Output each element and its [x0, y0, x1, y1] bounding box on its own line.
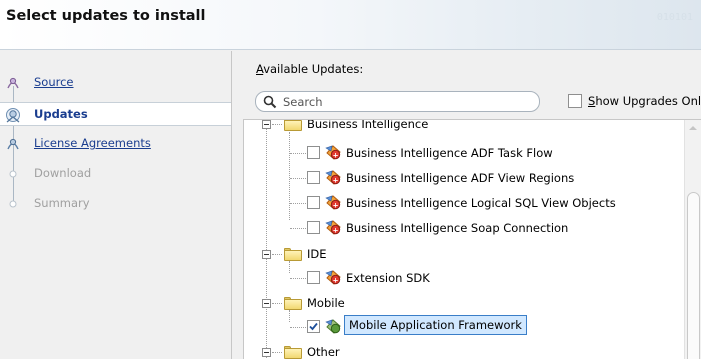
- train-step-updates[interactable]: Updates: [0, 102, 231, 126]
- tree-item[interactable]: + Business Intelligence ADF Task Flow: [244, 143, 684, 165]
- show-upgrades-only-checkbox[interactable]: [568, 94, 582, 108]
- tree-connector: [272, 124, 282, 125]
- svg-text:+: +: [333, 151, 339, 159]
- tree-connector: [290, 278, 306, 279]
- tree-item-label: Business Intelligence Soap Connection: [346, 221, 569, 235]
- train-step-download: Download: [0, 162, 231, 186]
- search-icon: [263, 95, 277, 109]
- tree-group-label: IDE: [307, 247, 327, 261]
- train-step-label: Summary: [34, 196, 90, 210]
- tree-group-label: Other: [307, 345, 340, 359]
- train-step-label: Download: [34, 166, 92, 180]
- update-package-icon: +: [325, 170, 341, 185]
- show-upgrades-only-label: Show Upgrades Only: [588, 94, 701, 108]
- tree-item[interactable]: + Extension SDK: [244, 268, 684, 290]
- train-stop-empty-icon: [9, 200, 17, 208]
- svg-text:+: +: [333, 201, 339, 209]
- tree-group-label: Mobile: [307, 296, 345, 310]
- folder-icon: [284, 346, 302, 359]
- collapse-toggle-icon[interactable]: [262, 348, 271, 357]
- tree-connector: [290, 153, 306, 154]
- train-step-source[interactable]: Source: [0, 71, 231, 95]
- folder-icon: [284, 297, 302, 310]
- folder-icon: [284, 248, 302, 261]
- tree-item[interactable]: + Business Intelligence Soap Connection: [244, 218, 684, 240]
- collapse-toggle-icon[interactable]: [262, 299, 271, 308]
- show-upgrades-text: how Upgrades Only: [595, 94, 701, 108]
- tree-item-selected[interactable]: Mobile Application Framework: [244, 315, 684, 339]
- item-checkbox[interactable]: [307, 146, 320, 159]
- update-installed-package-icon: [325, 319, 341, 334]
- tree-connector: [272, 352, 282, 353]
- train-step-label: Source: [34, 75, 74, 89]
- wizard-header: Select updates to install 010101: [0, 0, 701, 50]
- tree-group-business-intelligence[interactable]: Business Intelligence: [244, 119, 684, 136]
- scroll-up-arrow-icon[interactable]: [689, 126, 697, 130]
- collapse-toggle-icon[interactable]: [262, 120, 271, 129]
- tree-group-mobile[interactable]: Mobile: [244, 293, 684, 315]
- wizard-train-sidebar: Source Updates License Agreements Downlo…: [0, 51, 232, 359]
- svg-text:+: +: [333, 176, 339, 184]
- item-checkbox[interactable]: [307, 196, 320, 209]
- tree-vertical-scrollbar[interactable]: [684, 120, 701, 359]
- available-updates-label: Available Updates:: [256, 62, 363, 76]
- tree-item-label: Business Intelligence ADF View Regions: [346, 171, 575, 185]
- updates-panel: Available Updates: Show Upgrades Only Bu…: [233, 51, 701, 359]
- tree-connector: [272, 254, 282, 255]
- tree-group-label: Business Intelligence: [307, 119, 429, 131]
- header-decoration: 010101: [656, 12, 693, 23]
- tree-group-ide[interactable]: IDE: [244, 244, 684, 266]
- train-stop-icon: [7, 77, 19, 89]
- train-step-label: License Agreements: [34, 136, 151, 150]
- tree-connector: [272, 303, 282, 304]
- item-checkbox-checked[interactable]: [307, 320, 320, 333]
- updates-tree[interactable]: Business Intelligence + Business Intelli…: [243, 119, 701, 359]
- tree-connector: [290, 203, 306, 204]
- tree-group-other[interactable]: Other: [244, 342, 684, 359]
- tree-item[interactable]: + Business Intelligence Logical SQL View…: [244, 193, 684, 215]
- folder-icon: [284, 120, 302, 131]
- collapse-toggle-icon[interactable]: [262, 250, 271, 259]
- train-stop-current-icon: [6, 108, 20, 123]
- item-checkbox[interactable]: [307, 221, 320, 234]
- svg-text:+: +: [333, 276, 339, 284]
- tree-connector: [290, 178, 306, 179]
- tree-connector: [290, 228, 306, 229]
- tree-item-label: Extension SDK: [346, 271, 430, 285]
- tree-item-label: Mobile Application Framework: [344, 315, 527, 335]
- train-step-license-agreements[interactable]: License Agreements: [0, 132, 231, 156]
- item-checkbox[interactable]: [307, 171, 320, 184]
- search-input[interactable]: [283, 94, 533, 109]
- scroll-thumb[interactable]: [687, 192, 700, 359]
- train-stop-icon: [7, 138, 19, 150]
- update-package-icon: +: [325, 145, 341, 160]
- svg-text:+: +: [333, 226, 339, 234]
- checkmark-icon: [309, 322, 318, 331]
- tree-item-label: Business Intelligence ADF Task Flow: [346, 146, 553, 160]
- train-stop-empty-icon: [9, 170, 17, 178]
- available-updates-text: vailable Updates:: [263, 62, 364, 76]
- item-checkbox[interactable]: [307, 271, 320, 284]
- train-step-summary: Summary: [0, 192, 231, 216]
- update-package-icon: +: [325, 220, 341, 235]
- update-package-icon: +: [325, 195, 341, 210]
- tree-connector: [290, 327, 306, 328]
- train-step-label: Updates: [34, 107, 88, 121]
- search-field[interactable]: [255, 91, 540, 112]
- tree-item[interactable]: + Business Intelligence ADF View Regions: [244, 168, 684, 190]
- tree-item-label: Business Intelligence Logical SQL View O…: [346, 196, 616, 210]
- update-package-icon: +: [325, 270, 341, 285]
- page-title: Select updates to install: [6, 8, 206, 24]
